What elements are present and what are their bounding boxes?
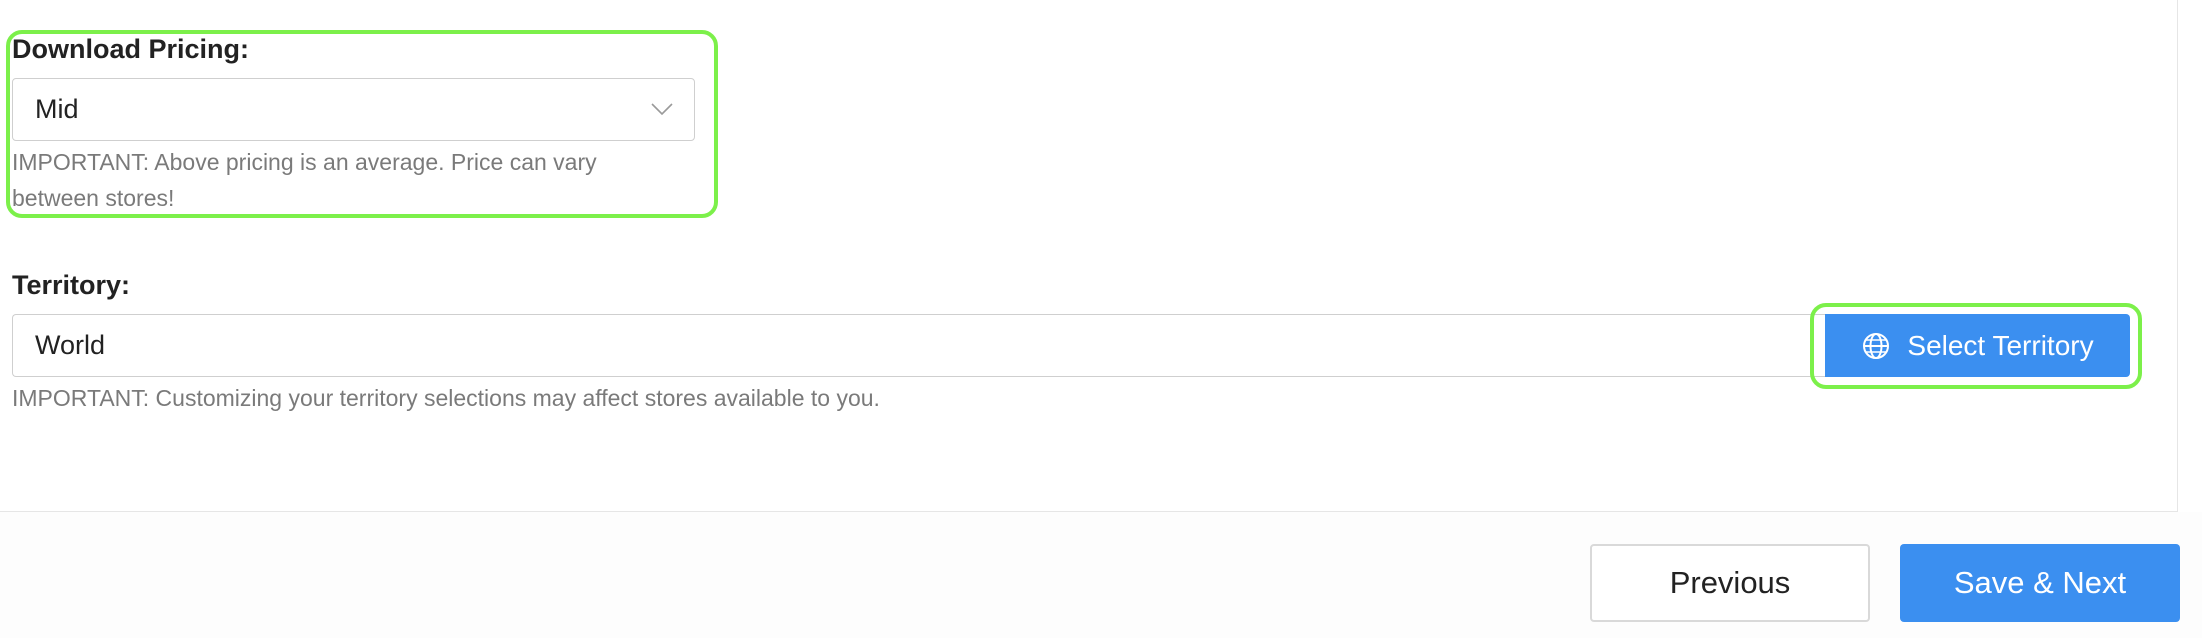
form-card: Download Pricing: Mid IMPORTANT: Above p… — [0, 0, 2178, 512]
pricing-select-value: Mid — [35, 94, 79, 124]
territory-help-text: IMPORTANT: Customizing your territory se… — [12, 385, 880, 411]
pricing-help-line2: between stores! — [12, 185, 175, 211]
pricing-help-text: IMPORTANT: Above pricing is an average. … — [12, 144, 597, 216]
territory-label: Territory: — [12, 270, 131, 300]
territory-value: World — [35, 330, 106, 360]
previous-button[interactable]: Previous — [1590, 544, 1870, 622]
globe-icon — [1863, 332, 1890, 359]
save-next-button[interactable]: Save & Next — [1900, 544, 2180, 622]
form-footer — [0, 512, 2202, 638]
pricing-label: Download Pricing: — [12, 34, 250, 64]
pricing-select[interactable]: Mid — [12, 78, 695, 141]
pricing-help-line1: IMPORTANT: Above pricing is an average. … — [12, 149, 597, 175]
territory-field[interactable]: World — [12, 314, 1827, 377]
chevron-down-icon — [651, 103, 673, 116]
select-territory-button[interactable]: Select Territory — [1825, 314, 2130, 377]
select-territory-label: Select Territory — [1907, 329, 2094, 361]
